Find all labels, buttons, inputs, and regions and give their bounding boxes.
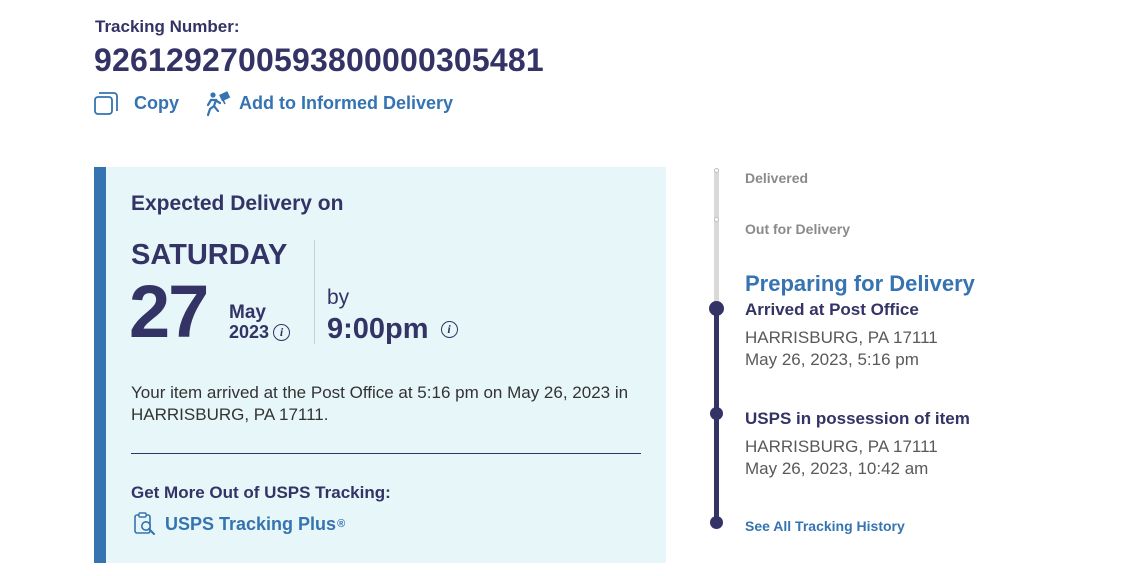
time-info-icon[interactable]: i — [440, 321, 458, 338]
tracking-plus-link[interactable]: USPS Tracking Plus ® — [133, 512, 345, 536]
delivery-day: 27 — [129, 270, 209, 353]
registered-mark: ® — [337, 518, 346, 530]
delivery-month: May — [229, 302, 266, 323]
copy-button[interactable]: Copy — [93, 90, 179, 117]
timeline-dot-history — [710, 516, 723, 529]
event-title: USPS in possession of item — [745, 409, 970, 428]
tracking-number: 9261292700593800000305481 — [94, 42, 544, 78]
status-step-delivered: Delivered — [745, 170, 809, 186]
delivery-time-row: 9:00pm i — [327, 313, 458, 346]
delivery-year: 2023 — [229, 322, 270, 342]
timeline-dot-out-for-delivery — [714, 217, 719, 222]
date-time-divider — [314, 240, 315, 344]
delivery-message: Your item arrived at the Post Office at … — [131, 383, 629, 424]
more-tracking-title: Get More Out of USPS Tracking: — [131, 483, 391, 502]
event-location: HARRISBURG, PA 17111 — [745, 328, 938, 347]
tracking-plus-label: USPS Tracking Plus — [165, 513, 337, 534]
expected-delivery-title: Expected Delivery on — [131, 192, 344, 215]
timeline-dot-possession — [710, 407, 723, 420]
informed-delivery-icon — [206, 90, 231, 116]
informed-delivery-label: Add to Informed Delivery — [239, 93, 454, 113]
timeline-dot-current — [709, 301, 724, 316]
card-divider — [131, 453, 641, 454]
event-datetime: May 26, 2023, 5:16 pm — [745, 350, 919, 369]
timeline-dot-delivered — [714, 168, 719, 173]
copy-label: Copy — [134, 93, 179, 113]
see-all-tracking-history-link[interactable]: See All Tracking History — [745, 518, 905, 534]
delivery-weekday: SATURDAY — [131, 239, 288, 271]
timeline-track-upcoming — [714, 169, 719, 308]
tracking-actions: Copy Add to Informed Delivery — [93, 90, 453, 117]
current-status: Preparing for Delivery — [745, 271, 975, 296]
event-datetime: May 26, 2023, 10:42 am — [745, 459, 929, 478]
tracking-number-label: Tracking Number: — [95, 17, 240, 36]
expected-delivery-card: Expected Delivery on SATURDAY 27 May 202… — [94, 167, 666, 563]
event-location: HARRISBURG, PA 17111 — [745, 437, 938, 456]
delivery-time: 9:00pm — [327, 313, 429, 345]
status-step-out-for-delivery: Out for Delivery — [745, 221, 851, 237]
add-informed-delivery-button[interactable]: Add to Informed Delivery — [206, 90, 454, 117]
date-info-icon[interactable]: i — [273, 324, 291, 341]
delivery-by-label: by — [327, 286, 350, 309]
event-title: Arrived at Post Office — [745, 300, 919, 319]
copy-icon — [94, 92, 118, 115]
card-accent-bar — [94, 167, 106, 563]
tracking-plus-icon — [134, 512, 155, 535]
delivery-year-row: 2023 i — [229, 322, 291, 343]
